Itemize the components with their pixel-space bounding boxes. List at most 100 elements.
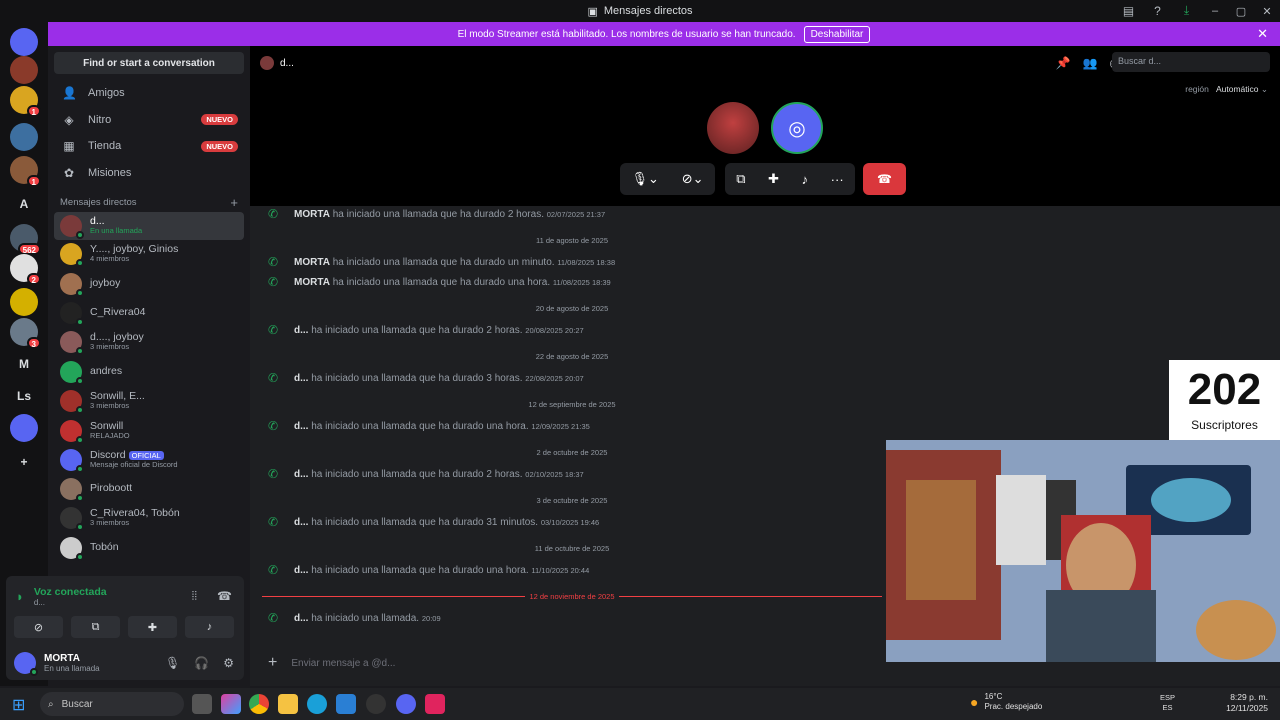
discord-taskbar-icon[interactable]	[396, 694, 416, 714]
server-icon[interactable]	[10, 414, 38, 442]
disable-button[interactable]: Deshabilitar	[803, 25, 871, 43]
camera-button[interactable]: ⊘	[14, 616, 63, 638]
weather-widget[interactable]: ● 16°C Prac. despejado	[970, 692, 1042, 713]
download-icon[interactable]: ⤓	[1179, 3, 1194, 18]
task-view-icon[interactable]	[192, 694, 212, 714]
search-input[interactable]: Buscar d...	[1112, 52, 1270, 72]
avatar[interactable]	[14, 652, 38, 676]
participant-avatar[interactable]	[707, 102, 759, 154]
message-author[interactable]: MORTA	[294, 209, 330, 220]
message-text: ha iniciado una llamada que ha durado un…	[311, 420, 529, 432]
message-author[interactable]: d...	[294, 565, 308, 576]
phone-icon: ✆	[268, 207, 279, 221]
message-author[interactable]: d...	[294, 421, 308, 432]
activities-button[interactable]: ✚	[128, 616, 177, 638]
self-avatar[interactable]: ◎	[771, 102, 823, 154]
close-banner-icon[interactable]: ✕	[1257, 26, 1268, 42]
language-indicator[interactable]: ESP ES	[1160, 693, 1175, 713]
add-friend-icon[interactable]: 👥	[1083, 56, 1098, 70]
soundboard-button[interactable]: ♪	[185, 616, 234, 638]
pin-icon[interactable]: 📌	[1056, 56, 1071, 70]
message-author[interactable]: d...	[294, 517, 308, 528]
soundboard-icon[interactable]: ♪	[802, 172, 809, 187]
server-icon[interactable]	[10, 123, 38, 151]
clock[interactable]: 8:29 p. m. 12/11/2025	[1226, 692, 1268, 713]
headphones-icon[interactable]: 🎧	[194, 656, 209, 670]
camera-toggle[interactable]: ⊘⌄	[682, 171, 704, 187]
nav-item-misiones[interactable]: ✿ Misiones	[54, 160, 244, 186]
windows-start-icon[interactable]: ⊞	[12, 695, 25, 715]
region-label: región	[1185, 84, 1209, 94]
message-author[interactable]: d...	[294, 325, 308, 336]
message-author[interactable]: d...	[294, 373, 308, 384]
server-icon[interactable]	[10, 480, 38, 508]
noise-icon[interactable]: ⦙⦙	[192, 589, 197, 604]
inbox-icon[interactable]: ▤	[1121, 3, 1136, 18]
dm-subtitle: 3 miembros	[90, 401, 130, 411]
region-selector[interactable]: región Automático ⌄	[1185, 84, 1268, 95]
server-icon[interactable]: 1	[10, 86, 41, 117]
server-icon[interactable]	[10, 288, 38, 316]
hangup-button[interactable]: ☎	[863, 163, 906, 195]
obs-icon[interactable]	[366, 694, 386, 714]
new-badge: NUEVO	[201, 114, 238, 125]
dm-item[interactable]: Sonwill RELAJADO	[54, 417, 244, 445]
dm-item[interactable]: joyboy	[54, 270, 244, 298]
server-icon[interactable]: 562	[10, 224, 41, 255]
server-icon[interactable]: M	[10, 350, 38, 378]
server-icon[interactable]	[10, 56, 38, 84]
avatar	[60, 301, 84, 326]
add-attachment-icon[interactable]: +	[268, 654, 277, 672]
dm-item[interactable]: Tobón	[54, 534, 244, 562]
dm-item[interactable]: d... En una llamada	[54, 211, 244, 240]
server-icon[interactable]	[10, 28, 38, 56]
server-icon[interactable]: 3	[10, 318, 41, 349]
message-author[interactable]: MORTA	[294, 257, 330, 268]
message-author[interactable]: d...	[294, 469, 308, 480]
nav-item-nitro[interactable]: ◈ Nitro NUEVO	[54, 107, 244, 133]
server-icon[interactable]: 2	[10, 254, 41, 285]
server-icon[interactable]: Ls	[10, 382, 38, 410]
tiktok-icon[interactable]	[425, 694, 445, 714]
screenshare-button[interactable]: ⧉	[71, 616, 120, 638]
dm-item[interactable]: d...., joyboy 3 miembros	[54, 328, 244, 356]
gear-icon[interactable]: ⚙	[223, 656, 234, 670]
minimize-button[interactable]: –	[1202, 5, 1228, 17]
message-author[interactable]: MORTA	[294, 277, 330, 288]
disconnect-icon[interactable]: ☎	[217, 589, 232, 603]
dm-item[interactable]: andres	[54, 358, 244, 386]
store-icon[interactable]	[336, 694, 356, 714]
taskbar-search[interactable]: ⌕ Buscar	[40, 692, 184, 716]
message-author[interactable]: d...	[294, 613, 308, 624]
edge-icon[interactable]	[307, 694, 327, 714]
more-icon[interactable]: ···	[831, 172, 844, 187]
help-icon[interactable]: ?	[1150, 3, 1165, 18]
dm-item[interactable]: Piroboott	[54, 475, 244, 503]
dm-item[interactable]: Sonwill, E... 3 miembros	[54, 387, 244, 415]
mic-toggle[interactable]: 🎙⌄	[631, 171, 658, 187]
nav-item-amigos[interactable]: 👤 Amigos	[54, 80, 244, 106]
nav-item-tienda[interactable]: ▦ Tienda NUEVO	[54, 133, 244, 159]
mic-icon[interactable]: 🎙	[165, 656, 180, 670]
add-dm-icon[interactable]: +	[230, 195, 238, 210]
server-icon[interactable]: A	[10, 190, 38, 218]
region-value[interactable]: Automático	[1216, 84, 1259, 94]
server-icon[interactable]: 1	[10, 156, 41, 187]
close-button[interactable]: ✕	[1254, 5, 1280, 18]
screenshare-icon[interactable]: ⧉	[736, 171, 745, 187]
clock-time: 8:29 p. m.	[1230, 692, 1268, 702]
voice-status[interactable]: Voz conectada	[34, 586, 182, 598]
find-conversation-button[interactable]: Find or start a conversation	[54, 52, 244, 74]
dm-item[interactable]: C_Rivera04, Tobón 3 miembros	[54, 504, 244, 532]
message-input[interactable]: Enviar mensaje a @d...	[291, 658, 395, 669]
dm-item[interactable]: Y...., joyboy, Ginios 4 miembros	[54, 240, 244, 268]
file-explorer-icon[interactable]	[278, 694, 298, 714]
server-icon[interactable]: +	[10, 448, 38, 476]
chrome-icon[interactable]	[249, 694, 269, 714]
activities-icon[interactable]: ✚	[768, 171, 779, 187]
friends-icon: 👤	[62, 86, 77, 100]
maximize-button[interactable]: ▢	[1228, 5, 1254, 18]
copilot-icon[interactable]	[221, 694, 241, 714]
dm-item[interactable]: C_Rivera04	[54, 299, 244, 327]
dm-item[interactable]: Discord OFICIAL Mensaje oficial de Discord	[54, 446, 244, 474]
